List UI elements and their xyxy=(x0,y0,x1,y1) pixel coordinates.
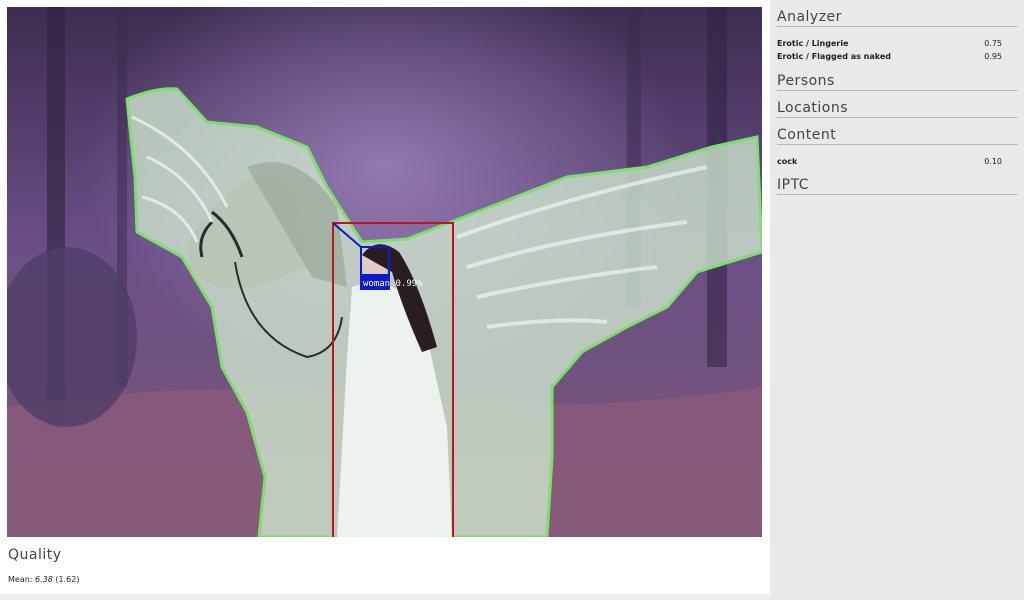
section-persons-title[interactable]: Persons xyxy=(777,73,1018,91)
detection-label: woman 0.99% xyxy=(363,279,423,289)
content-row-label: cock xyxy=(777,157,798,166)
section-iptc-title[interactable]: IPTC xyxy=(777,177,1018,195)
quality-mean: Mean: 6.38 (1.62) xyxy=(8,575,79,584)
content-row-value: 0.10 xyxy=(984,157,1002,166)
quality-mean-value: 6.38 xyxy=(35,575,53,584)
content-row: cock 0.10 xyxy=(777,157,1002,166)
section-analyzer-title[interactable]: Analyzer xyxy=(777,9,1018,27)
analyzer-row: Erotic / Lingerie 0.75 xyxy=(777,39,1002,48)
quality-mean-std: (1.62) xyxy=(55,575,80,584)
analyzer-row: Erotic / Flagged as naked 0.95 xyxy=(777,52,1002,61)
analysis-panel: Analyzer Erotic / Lingerie 0.75 Erotic /… xyxy=(770,0,1024,600)
section-content-title[interactable]: Content xyxy=(777,127,1018,145)
quality-title: Quality xyxy=(8,547,62,563)
analyzer-row-value: 0.95 xyxy=(984,52,1002,61)
analyzer-row-label: Erotic / Lingerie xyxy=(777,39,849,48)
analyzed-photo: woman 0.99% xyxy=(7,7,762,537)
quality-mean-prefix: Mean: xyxy=(8,575,33,584)
footer-divider xyxy=(0,594,770,600)
quality-section: Quality Mean: 6.38 (1.62) xyxy=(0,537,770,600)
analyzer-row-label: Erotic / Flagged as naked xyxy=(777,52,891,61)
section-locations-title[interactable]: Locations xyxy=(777,100,1018,118)
photo-canvas: woman 0.99% xyxy=(7,7,762,537)
analyzer-row-value: 0.75 xyxy=(984,39,1002,48)
